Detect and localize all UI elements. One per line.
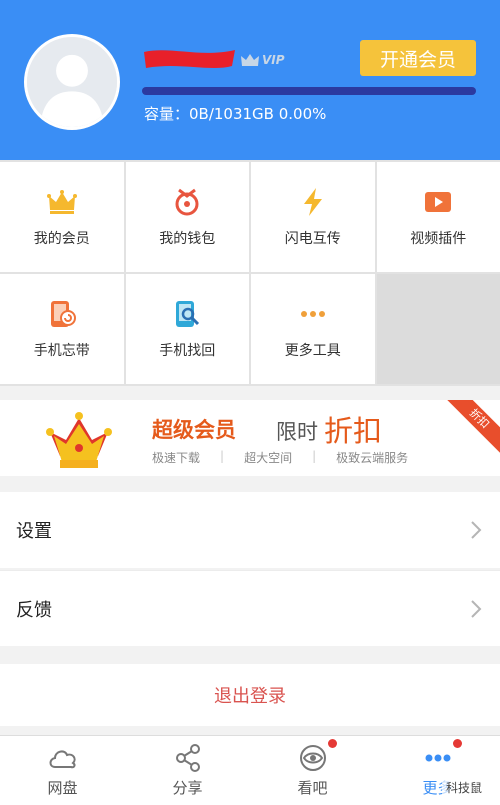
grid-empty-cell	[376, 274, 500, 384]
lightning-icon	[303, 188, 322, 216]
banner-title: 超级会员	[152, 418, 236, 442]
wallet-icon	[175, 188, 199, 216]
grid-item-label: 手机忘带	[33, 343, 90, 359]
logout-button[interactable]: 退出登录	[0, 664, 500, 726]
banner-feature: 极致云端服务	[336, 451, 409, 465]
grid-item-video-plugin[interactable]: 视频插件	[376, 162, 500, 272]
phone-find-icon	[176, 301, 200, 327]
banner-subtitle-discount: 折扣	[324, 414, 383, 448]
grid-item-label: 视频插件	[410, 231, 467, 247]
grid-item-my-membership[interactable]: 我的会员	[0, 162, 124, 272]
phone-forgot-icon	[50, 301, 76, 327]
chevron-right-icon	[471, 600, 482, 618]
grid-item-phone-forgot[interactable]: 手机忘带	[0, 274, 124, 384]
eye-icon	[299, 745, 326, 771]
avatar[interactable]	[24, 34, 120, 130]
grid-item-my-wallet[interactable]: 我的钱包	[125, 162, 249, 272]
grid-item-label: 闪电互传	[284, 231, 341, 247]
divider: |	[312, 449, 317, 463]
divider: |	[220, 449, 225, 463]
tab-label: 分享	[172, 779, 203, 797]
tab-cloud-disk[interactable]: 网盘	[0, 736, 125, 805]
banner-features: 极速下载 | 超大空间 | 极致云端服务	[152, 449, 408, 466]
username-redacted	[140, 44, 240, 74]
video-plugin-icon	[425, 192, 452, 212]
settings-label: 设置	[16, 521, 52, 542]
banner-subtitle-limited: 限时	[276, 420, 318, 444]
grid-item-label: 更多工具	[284, 343, 341, 359]
tab-label: 网盘	[47, 779, 78, 797]
grid-item-label: 手机找回	[159, 343, 216, 359]
super-vip-banner[interactable]: 超级会员 限时 折扣 极速下载 | 超大空间 | 极致云端服务 折扣	[0, 400, 500, 476]
super-vip-crown-icon	[46, 412, 112, 468]
grid-item-label: 我的会员	[33, 231, 90, 247]
discount-ribbon: 折扣	[440, 400, 500, 458]
notification-dot	[453, 739, 462, 748]
profile-header: VIP 开通会员 容量：0B/1031GB 0.00%	[0, 0, 500, 160]
watermark: 科技鼠	[441, 778, 486, 797]
banner-feature: 极速下载	[152, 451, 201, 465]
grid-item-more-tools[interactable]: 更多工具	[251, 274, 375, 384]
share-icon	[175, 744, 200, 772]
capacity-text: 容量：0B/1031GB 0.00%	[144, 105, 327, 123]
cloud-icon	[49, 750, 76, 769]
banner-feature: 超大空间	[244, 451, 293, 465]
capacity-progress-bar	[142, 87, 476, 95]
default-avatar-icon	[27, 37, 117, 127]
tab-watch[interactable]: 看吧	[250, 736, 375, 805]
crown-icon	[46, 190, 77, 214]
grid-item-phone-find[interactable]: 手机找回	[125, 274, 249, 384]
open-vip-button[interactable]: 开通会员	[360, 40, 476, 76]
grid-item-lightning-transfer[interactable]: 闪电互传	[251, 162, 375, 272]
chevron-right-icon	[471, 521, 482, 539]
settings-row[interactable]: 设置	[0, 492, 500, 568]
grid-item-label: 我的钱包	[159, 231, 216, 247]
vip-crown-icon	[241, 54, 259, 66]
tab-label: 看吧	[297, 779, 328, 797]
feedback-row[interactable]: 反馈	[0, 570, 500, 646]
feedback-label: 反馈	[16, 599, 52, 621]
tab-share[interactable]: 分享	[125, 736, 250, 805]
vip-tag: VIP	[262, 53, 285, 67]
more-dots-icon	[300, 311, 325, 317]
bottom-tab-bar: 网盘 分享 看吧 更多	[0, 735, 500, 805]
function-grid: 我的会员 我的钱包 闪电互传 视频插件 手机忘带 手机找回 更多工具	[0, 160, 500, 386]
notification-dot	[328, 739, 337, 748]
vip-badge: VIP	[240, 52, 285, 68]
more-icon	[425, 754, 450, 762]
